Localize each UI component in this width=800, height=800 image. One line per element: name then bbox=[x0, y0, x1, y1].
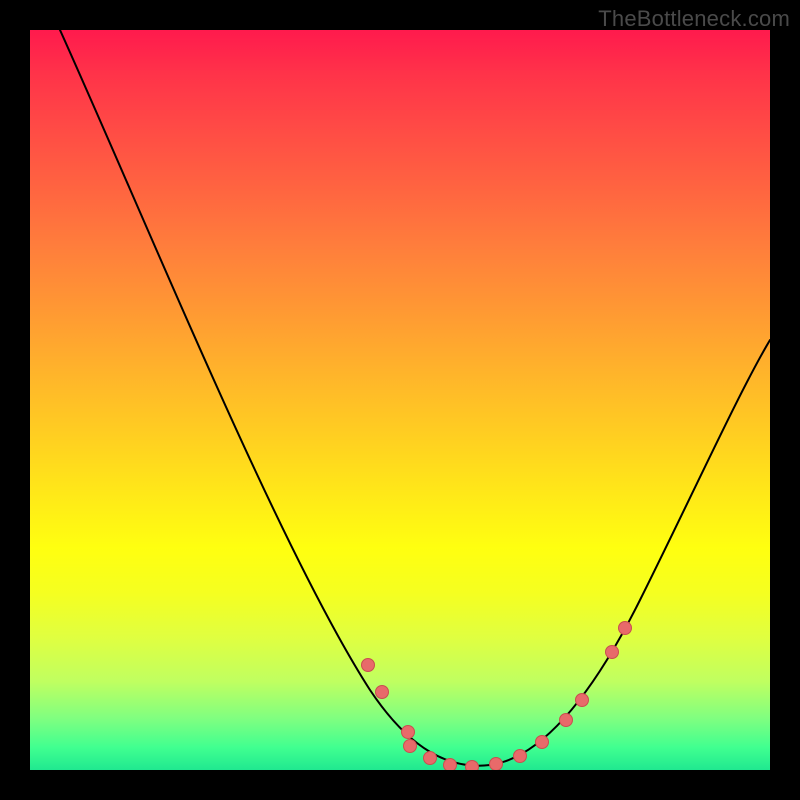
sample-dot bbox=[466, 761, 479, 771]
sample-dot bbox=[404, 740, 417, 753]
sample-dot bbox=[362, 659, 375, 672]
bottleneck-chart bbox=[30, 30, 770, 770]
sample-dot bbox=[619, 622, 632, 635]
sample-dot bbox=[536, 736, 549, 749]
sample-dot bbox=[376, 686, 389, 699]
sample-dot bbox=[606, 646, 619, 659]
sample-dot bbox=[402, 726, 415, 739]
sample-dots-group bbox=[362, 622, 632, 771]
sample-dot bbox=[576, 694, 589, 707]
sample-dot bbox=[490, 758, 503, 771]
bottleneck-curve bbox=[60, 30, 770, 766]
sample-dot bbox=[444, 759, 457, 771]
sample-dot bbox=[424, 752, 437, 765]
sample-dot bbox=[560, 714, 573, 727]
watermark-text: TheBottleneck.com bbox=[598, 6, 790, 32]
sample-dot bbox=[514, 750, 527, 763]
